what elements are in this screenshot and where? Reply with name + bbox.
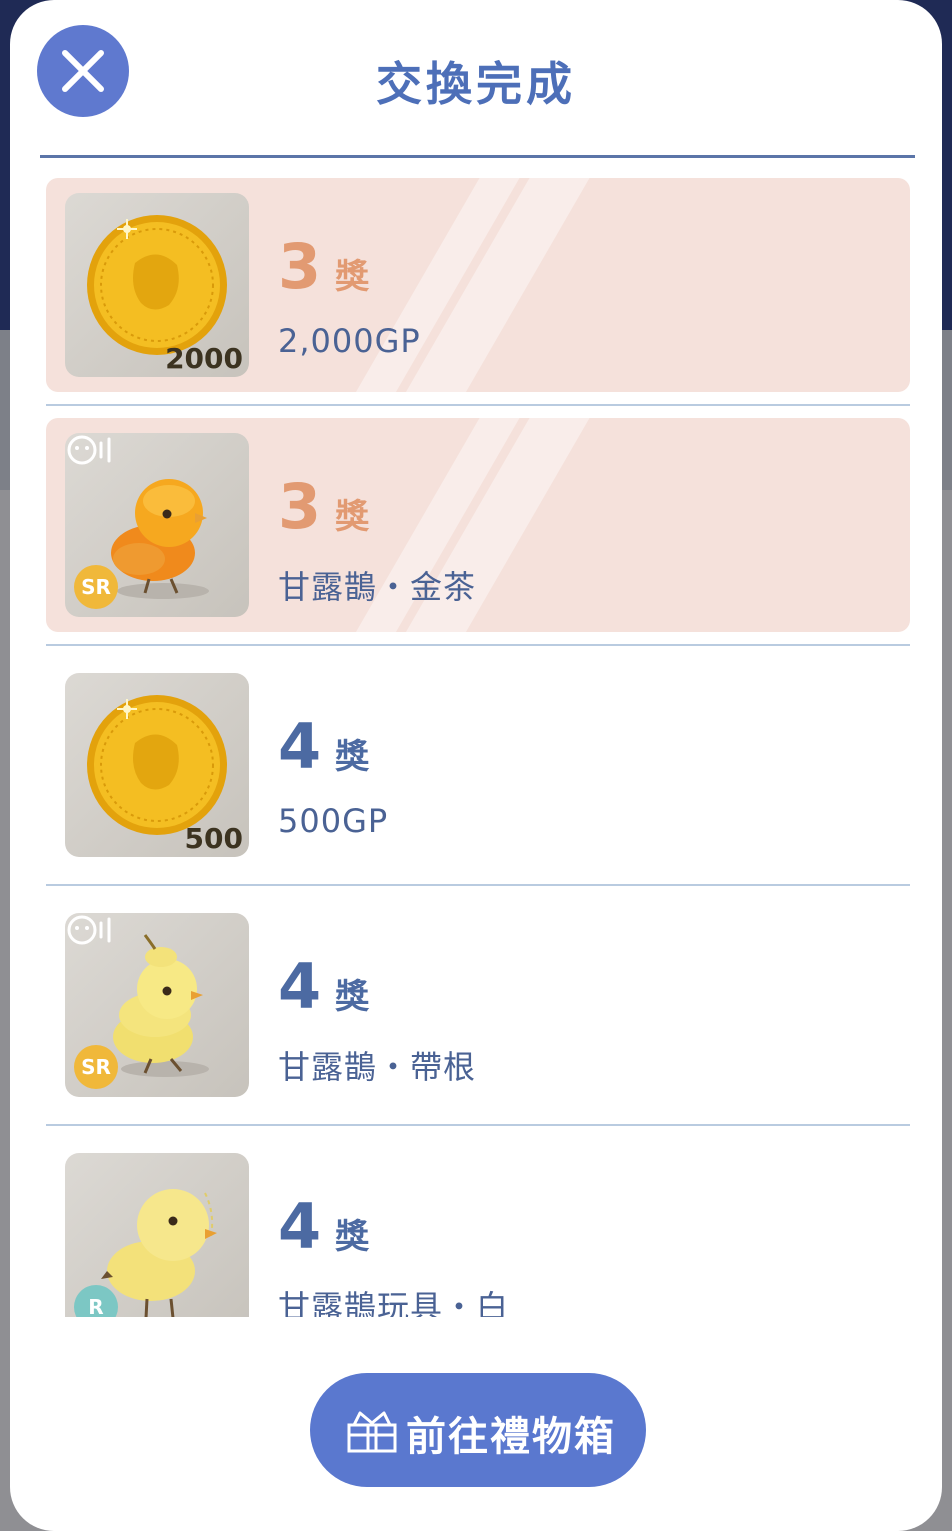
prize-thumbnail: SR — [65, 913, 249, 1097]
prize-item: 500 4獎 500GP — [46, 658, 910, 872]
item-divider — [46, 404, 910, 406]
prize-thumbnail: SR — [65, 433, 249, 617]
go-to-gift-box-button[interactable]: 前往禮物箱 — [310, 1373, 646, 1487]
rank-number: 3 — [278, 470, 322, 543]
rank-number: 4 — [278, 950, 322, 1023]
item-divider — [46, 1124, 910, 1126]
prize-name: 2,000GP — [278, 322, 421, 360]
quantity-label: 2000 — [165, 342, 243, 375]
rank-label: 獎 — [335, 1217, 370, 1257]
rank-display: 3獎 — [278, 230, 370, 303]
prize-name: 甘露鵲・金茶 — [278, 568, 477, 606]
rank-display: 4獎 — [278, 710, 370, 783]
dialog-title: 交換完成 — [376, 57, 576, 111]
rank-number: 3 — [278, 230, 322, 303]
rank-label: 獎 — [335, 257, 370, 297]
rank-display: 4獎 — [278, 1190, 370, 1263]
exchange-complete-dialog: 交換完成 2000 3獎 2,000GP SR 3 獎 甘露鵲・金茶 500 4… — [10, 0, 942, 1531]
gift-box-icon — [347, 1411, 397, 1453]
rank-display: 3獎 — [278, 470, 370, 543]
prize-item: SR 3獎 甘露鵲・金茶 — [46, 418, 910, 632]
prize-name: 500GP — [278, 802, 389, 840]
item-divider — [46, 884, 910, 886]
rarity-badge: SR — [74, 565, 118, 609]
gift-box-button-label: 前往禮物箱 — [406, 1414, 616, 1460]
prize-thumbnail: 2000 — [65, 193, 249, 377]
rank-label: 獎 — [335, 737, 370, 777]
item-divider — [46, 644, 910, 646]
prize-item: 2000 3獎 2,000GP — [46, 178, 910, 392]
rank-display: 4獎 — [278, 950, 370, 1023]
rank-number: 4 — [278, 710, 322, 783]
header-divider — [40, 155, 915, 158]
prize-thumbnail: 500 — [65, 673, 249, 857]
prize-name: 甘露鵲玩具・白 — [278, 1288, 510, 1317]
quantity-label: 500 — [184, 822, 243, 855]
prize-thumbnail: R — [65, 1153, 249, 1317]
voice-icon — [67, 435, 111, 465]
rarity-badge: SR — [74, 1045, 118, 1089]
rank-label: 獎 — [335, 977, 370, 1017]
prize-item: SR 4獎 甘露鵲・帶根 — [46, 898, 910, 1112]
prize-item: R 4獎 甘露鵲玩具・白 — [46, 1138, 910, 1317]
prize-list[interactable]: 2000 3獎 2,000GP SR 3 獎 甘露鵲・金茶 500 4 獎 50… — [46, 170, 910, 1317]
voice-icon — [67, 915, 111, 945]
rank-number: 4 — [278, 1190, 322, 1263]
prize-name: 甘露鵲・帶根 — [278, 1048, 477, 1086]
rank-label: 獎 — [335, 497, 370, 537]
